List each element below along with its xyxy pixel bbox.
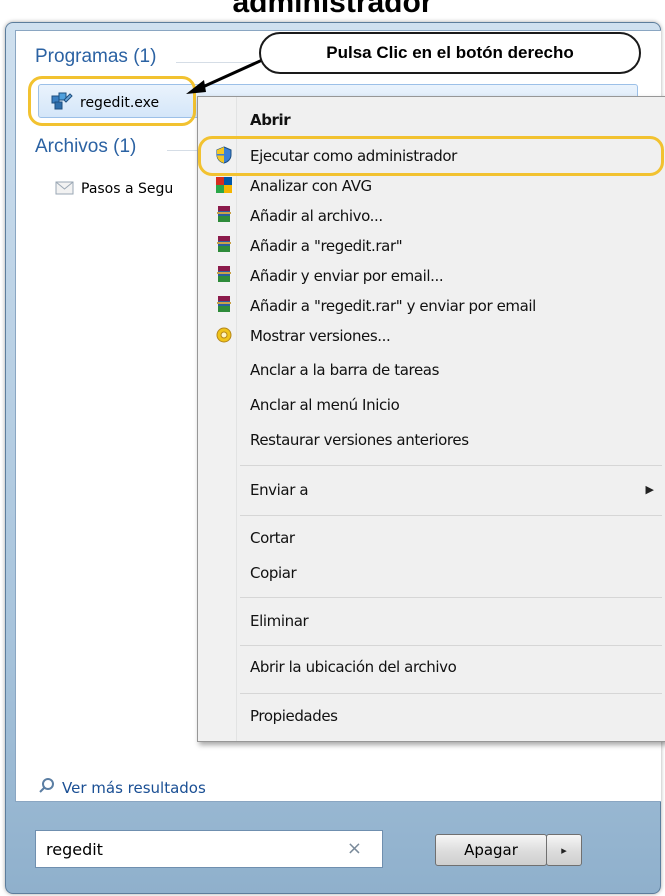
programs-header: Programas (1) [35, 46, 157, 67]
clear-search-icon[interactable]: × [347, 838, 362, 859]
files-header: Archivos (1) [35, 136, 137, 157]
menu-separator [240, 465, 662, 466]
menu-item-mostrar-versiones[interactable]: Mostrar versiones... [250, 327, 391, 345]
avg-icon [216, 177, 232, 193]
menu-item-abrir-ubicacion[interactable]: Abrir la ubicación del archivo [250, 658, 457, 676]
submenu-arrow-icon: ▶ [645, 483, 654, 496]
more-results-link[interactable]: Ver más resultados [38, 777, 206, 799]
menu-item-anadir-email[interactable]: Añadir y enviar por email... [250, 267, 444, 285]
menu-item-copiar[interactable]: Copiar [250, 564, 297, 582]
winrar-icon [217, 296, 231, 312]
mail-document-icon [55, 178, 75, 200]
winrar-icon [217, 266, 231, 282]
menu-separator [240, 645, 662, 646]
search-input-value: regedit [46, 840, 103, 859]
menu-item-eliminar[interactable]: Eliminar [250, 612, 309, 630]
context-menu: Abrir Ejecutar como administrador Analiz… [197, 96, 665, 742]
menu-item-anadir-rar-email[interactable]: Añadir a "regedit.rar" y enviar por emai… [250, 297, 536, 315]
menu-separator [240, 515, 662, 516]
shutdown-options-button[interactable]: ▸ [546, 834, 582, 866]
shutdown-button[interactable]: Apagar [435, 834, 547, 866]
menu-item-anclar-inicio[interactable]: Anclar al menú Inicio [250, 396, 400, 414]
menu-item-anadir-rar[interactable]: Añadir a "regedit.rar" [250, 237, 403, 255]
menu-item-anadir-archivo[interactable]: Añadir al archivo... [250, 207, 383, 225]
winrar-icon [217, 206, 231, 222]
menu-item-cortar[interactable]: Cortar [250, 529, 295, 547]
menu-item-avg[interactable]: Analizar con AVG [250, 177, 372, 195]
winrar-icon [217, 236, 231, 252]
callout-bubble: Pulsa Clic en el botón derecho [259, 32, 641, 74]
versions-icon [216, 327, 232, 343]
more-results-label: Ver más resultados [62, 779, 206, 797]
files-divider [167, 150, 199, 151]
menu-separator [240, 597, 662, 598]
ejecutar-highlight-oval [198, 136, 664, 176]
search-icon [38, 777, 56, 799]
menu-item-propiedades[interactable]: Propiedades [250, 707, 338, 725]
result-pasos-label: Pasos a Segu [81, 181, 174, 197]
regedit-highlight-oval [28, 76, 196, 126]
menu-item-anclar-barra[interactable]: Anclar a la barra de tareas [250, 361, 439, 379]
menu-item-restaurar-versiones[interactable]: Restaurar versiones anteriores [250, 431, 469, 449]
page-caption: administrador [232, 0, 433, 19]
result-pasos[interactable]: Pasos a Segu [55, 178, 173, 200]
search-input[interactable]: regedit × [35, 830, 383, 868]
menu-separator [240, 693, 662, 694]
menu-item-enviar-a[interactable]: Enviar a [250, 481, 309, 499]
menu-item-abrir[interactable]: Abrir [250, 111, 291, 129]
